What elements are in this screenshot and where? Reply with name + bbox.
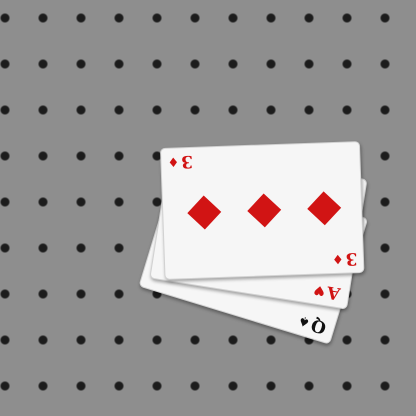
card-corner-index-top: 3 ♦ — [167, 150, 194, 172]
card-rank: A — [325, 281, 342, 304]
card-rank: 3 — [180, 150, 194, 172]
spade-icon: ♠ — [296, 311, 312, 330]
card-corner-index: Q ♠ — [296, 311, 329, 338]
card-rank: Q — [308, 313, 329, 338]
diamond-pip-icon — [307, 191, 342, 226]
card-corner-index-bottom: 3 ♦ — [331, 248, 358, 269]
diamond-icon: ♦ — [331, 250, 344, 267]
card-three-of-diamonds[interactable]: 3 ♦ 3 ♦ — [160, 141, 365, 280]
card-corner-index: A ♥ — [312, 280, 342, 304]
heart-icon: ♥ — [312, 281, 327, 298]
pegboard-table: Q ♠ A ♥ 3 ♦ 3 ♦ — [0, 0, 416, 416]
diamond-pip-icon — [187, 195, 222, 230]
card-rank: 3 — [344, 248, 358, 269]
diamond-pip-icon — [247, 193, 282, 228]
diamond-icon: ♦ — [167, 153, 180, 169]
